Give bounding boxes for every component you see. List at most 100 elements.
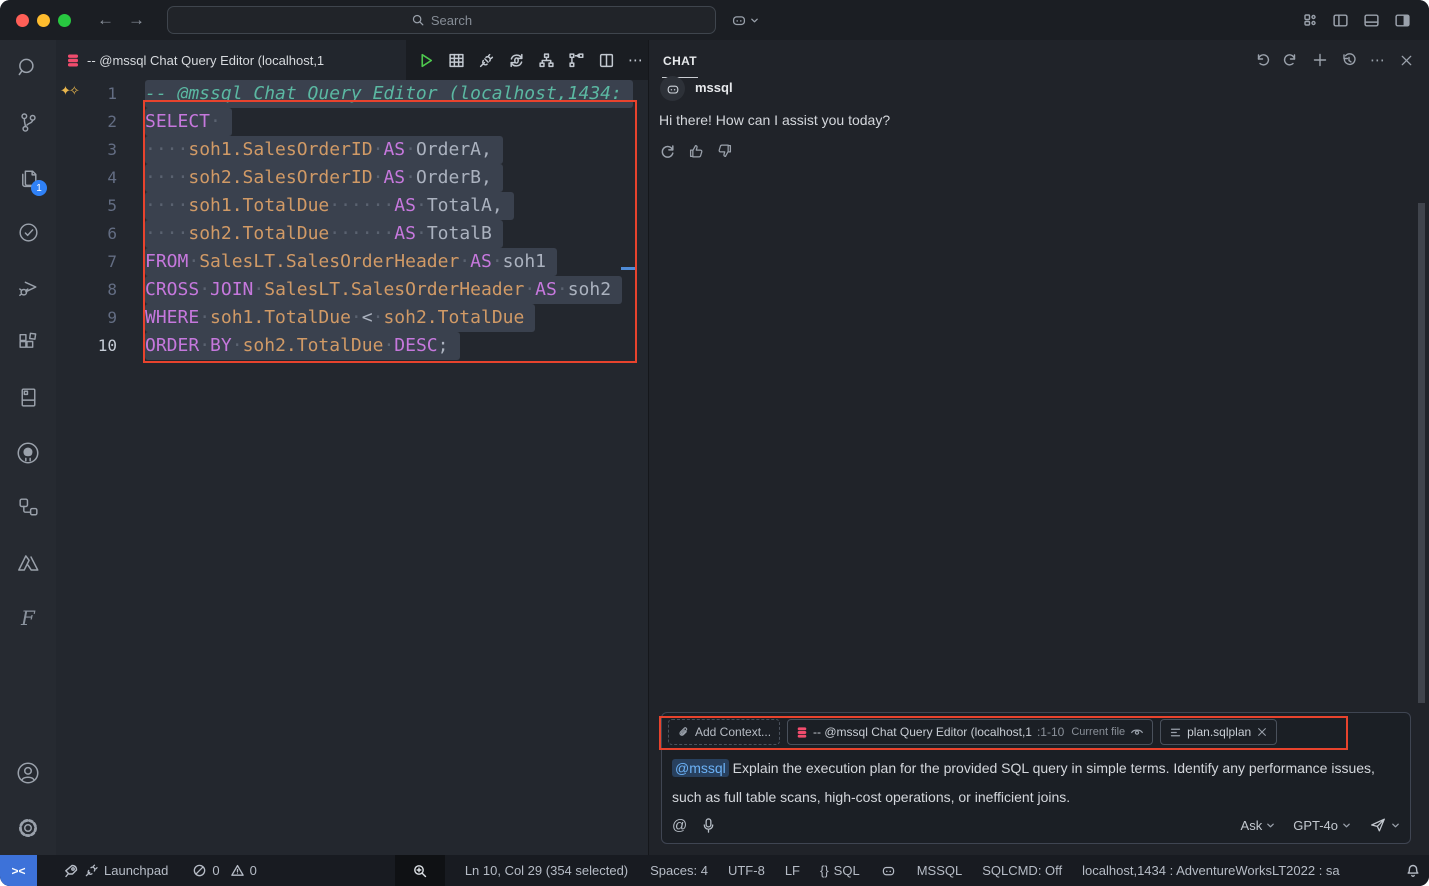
code-line[interactable]: 5····soh1.TotalDue······AS·TotalA, [56, 192, 648, 220]
change-connection-icon[interactable] [508, 52, 525, 69]
mention-button[interactable]: @ [672, 817, 687, 834]
code-line[interactable]: 9WHERE·soh1.TotalDue·<·soh2.TotalDue [56, 304, 648, 332]
chat-history-icon[interactable] [1341, 52, 1357, 68]
copilot-sparkle-icon[interactable]: ✦✧ [60, 83, 78, 99]
actual-plan-icon[interactable] [568, 52, 585, 69]
results-grid-icon[interactable] [448, 52, 465, 69]
warning-count: 0 [250, 863, 257, 878]
close-chat-icon[interactable] [1399, 53, 1414, 68]
settings-button[interactable] [0, 800, 56, 855]
code-line[interactable]: 6····soh2.TotalDue······AS·TotalB [56, 220, 648, 248]
indentation-item[interactable]: Spaces: 4 [642, 855, 716, 886]
chat-input-container: Add Context... -- @mssql Chat Query Edit… [661, 712, 1411, 844]
mode-picker[interactable]: Ask [1241, 818, 1276, 833]
chat-more-icon[interactable]: ⋯ [1370, 51, 1386, 69]
new-chat-icon[interactable] [1312, 52, 1328, 68]
code-line[interactable]: 8CROSS·JOIN·SalesLT.SalesOrderHeader·AS·… [56, 276, 648, 304]
accounts-button[interactable] [0, 745, 56, 800]
chat-panel-title[interactable]: CHAT [662, 43, 698, 78]
paperclip-icon [677, 726, 690, 739]
sidebar-item-source-control[interactable] [0, 95, 56, 150]
undo-icon[interactable] [1254, 52, 1270, 68]
code-line[interactable]: 3····soh1.SalesOrderID·AS·OrderA, [56, 136, 648, 164]
history-back-icon[interactable]: ← [97, 10, 114, 30]
sidebar-item-github[interactable] [0, 425, 56, 480]
zoom-window-button[interactable] [58, 14, 71, 27]
language-item[interactable]: {}SQL [812, 855, 868, 886]
search-icon [15, 55, 41, 81]
connection-item[interactable]: localhost,1434 : AdventureWorksLT2022 : … [1074, 855, 1348, 886]
sidebar-item-azure[interactable] [0, 535, 56, 590]
notifications-item[interactable] [1397, 855, 1429, 886]
sidebar-item-remote-explorer[interactable] [0, 480, 56, 535]
remove-context-icon[interactable] [1256, 726, 1268, 738]
thumbs-up-icon[interactable] [687, 142, 705, 160]
vscode-window: ← → Search 1 F [0, 0, 1429, 886]
database-icon [796, 726, 808, 739]
chat-input-controls: @ Ask GPT-4o [672, 816, 1400, 834]
sidebar-item-run-debug[interactable] [0, 260, 56, 315]
chevron-down-icon [1342, 821, 1351, 830]
customize-layout-icon[interactable] [1302, 12, 1318, 28]
sidebar-item-search[interactable] [0, 40, 56, 95]
code-line[interactable]: 4····soh2.SalesOrderID·AS·OrderB, [56, 164, 648, 192]
cursor-position-item[interactable]: Ln 10, Col 29 (354 selected) [457, 855, 636, 886]
plan-context-pill[interactable]: plan.sqlplan [1160, 719, 1277, 745]
chat-scrollbar[interactable] [1418, 203, 1425, 703]
split-editor-icon[interactable] [598, 52, 615, 69]
toggle-secondary-sidebar-icon[interactable] [1394, 12, 1411, 29]
thumbs-down-icon[interactable] [716, 142, 734, 160]
sqlcmd-item[interactable]: SQLCMD: Off [974, 855, 1070, 886]
code-line[interactable]: 2SELECT· [56, 108, 648, 136]
azure-icon [15, 550, 41, 576]
sidebar-item-task-check[interactable] [0, 205, 56, 260]
eye-icon[interactable] [1130, 725, 1144, 739]
connection-label: localhost,1434 : AdventureWorksLT2022 : … [1082, 863, 1340, 878]
selected-code-text: CROSS·JOIN·SalesLT.SalesOrderHeader·AS·s… [145, 276, 622, 304]
model-picker[interactable]: GPT-4o [1293, 818, 1351, 833]
sidebar-item-fabric[interactable]: F [0, 590, 56, 645]
redo-icon[interactable] [1283, 52, 1299, 68]
eol-item[interactable]: LF [777, 855, 808, 886]
send-button[interactable] [1369, 816, 1400, 834]
editor-tab[interactable]: -- @mssql Chat Query Editor (localhost,1 [56, 40, 406, 80]
minimize-window-button[interactable] [37, 14, 50, 27]
sidebar-item-extensions[interactable] [0, 315, 56, 370]
command-center-search[interactable]: Search [167, 6, 716, 34]
code-editor[interactable]: 1-- @mssql Chat Query Editor (localhost,… [56, 80, 648, 855]
close-window-button[interactable] [16, 14, 29, 27]
chat-input-text[interactable]: @mssql Explain the execution plan for th… [672, 754, 1397, 812]
more-actions-icon[interactable]: ⋯ [628, 51, 644, 69]
file-context-pill[interactable]: -- @mssql Chat Query Editor (localhost,1… [787, 719, 1153, 745]
code-line[interactable]: 10ORDER·BY·soh2.TotalDue·DESC; [56, 332, 648, 360]
account-icon [15, 760, 41, 786]
add-context-button[interactable]: Add Context... [668, 719, 780, 745]
launchpad-item[interactable]: Launchpad [55, 855, 176, 886]
editor-toolbar: ⋯ [406, 40, 644, 80]
mic-icon[interactable] [701, 817, 716, 834]
chat-input-body: Explain the execution plan for the provi… [672, 760, 1375, 805]
code-line[interactable]: 1-- @mssql Chat Query Editor (localhost,… [56, 80, 648, 108]
regenerate-icon[interactable] [659, 143, 676, 160]
remote-indicator[interactable]: >< [0, 855, 37, 886]
disconnect-icon[interactable] [478, 52, 495, 69]
mssql-bot-icon [665, 81, 681, 97]
problems-item[interactable]: 0 0 [184, 855, 264, 886]
history-forward-icon[interactable]: → [128, 10, 145, 30]
mssql-status-item[interactable]: MSSQL [909, 855, 971, 886]
toggle-panel-icon[interactable] [1363, 12, 1380, 29]
language-label: SQL [834, 863, 860, 878]
screenshot-zoom-indicator [395, 855, 445, 886]
sidebar-item-database-projects[interactable] [0, 370, 56, 425]
copilot-menu[interactable] [730, 11, 759, 29]
encoding-item[interactable]: UTF-8 [720, 855, 773, 886]
code-line[interactable]: 7FROM·SalesLT.SalesOrderHeader·AS·soh1 [56, 248, 648, 276]
mention-chip[interactable]: @mssql [672, 759, 729, 777]
copilot-status-item[interactable] [872, 855, 905, 886]
run-query-icon[interactable] [418, 52, 435, 69]
rocket-icon [63, 863, 79, 879]
sidebar-item-explorer[interactable]: 1 [0, 150, 56, 205]
toggle-primary-sidebar-icon[interactable] [1332, 12, 1349, 29]
chevron-down-icon [1266, 821, 1275, 830]
estimated-plan-icon[interactable] [538, 52, 555, 69]
